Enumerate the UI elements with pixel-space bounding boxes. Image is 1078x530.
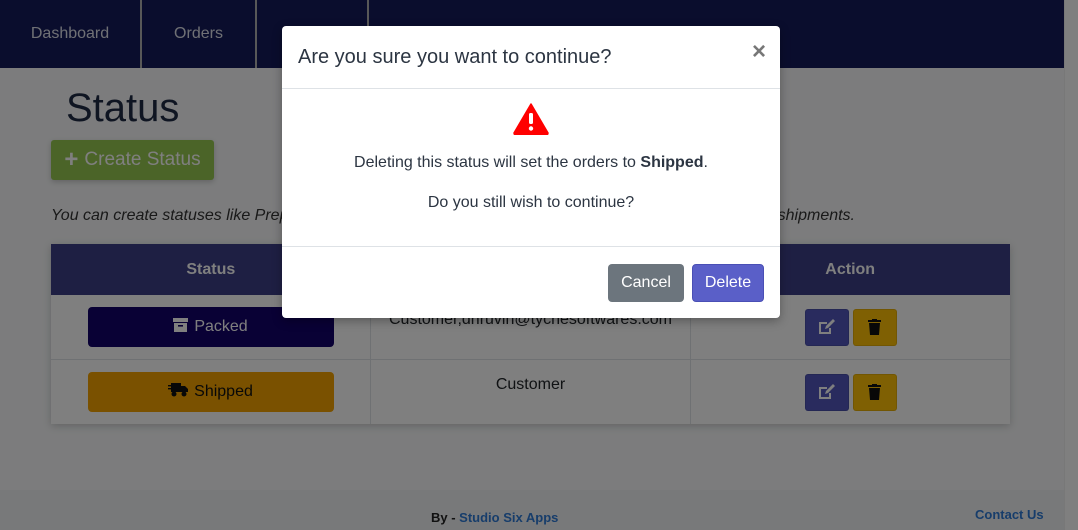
cancel-button[interactable]: Cancel (608, 264, 684, 302)
modal-header: Are you sure you want to continue? × (282, 26, 780, 89)
modal-message: Deleting this status will set the orders… (282, 154, 780, 172)
modal-body: Deleting this status will set the orders… (282, 89, 780, 247)
modal-confirm-question: Do you still wish to continue? (427, 194, 635, 211)
message-status-name: Shipped (640, 154, 704, 171)
message-suffix: . (703, 154, 708, 171)
confirm-delete-modal: Are you sure you want to continue? × Del… (282, 26, 780, 318)
modal-footer: Cancel Delete (282, 247, 780, 317)
close-icon[interactable]: × (752, 40, 766, 64)
modal-title: Are you sure you want to continue? (298, 46, 612, 68)
delete-button[interactable]: Delete (692, 264, 764, 302)
warning-triangle-icon (513, 103, 549, 140)
message-prefix: Deleting this status will set the orders… (354, 154, 641, 171)
